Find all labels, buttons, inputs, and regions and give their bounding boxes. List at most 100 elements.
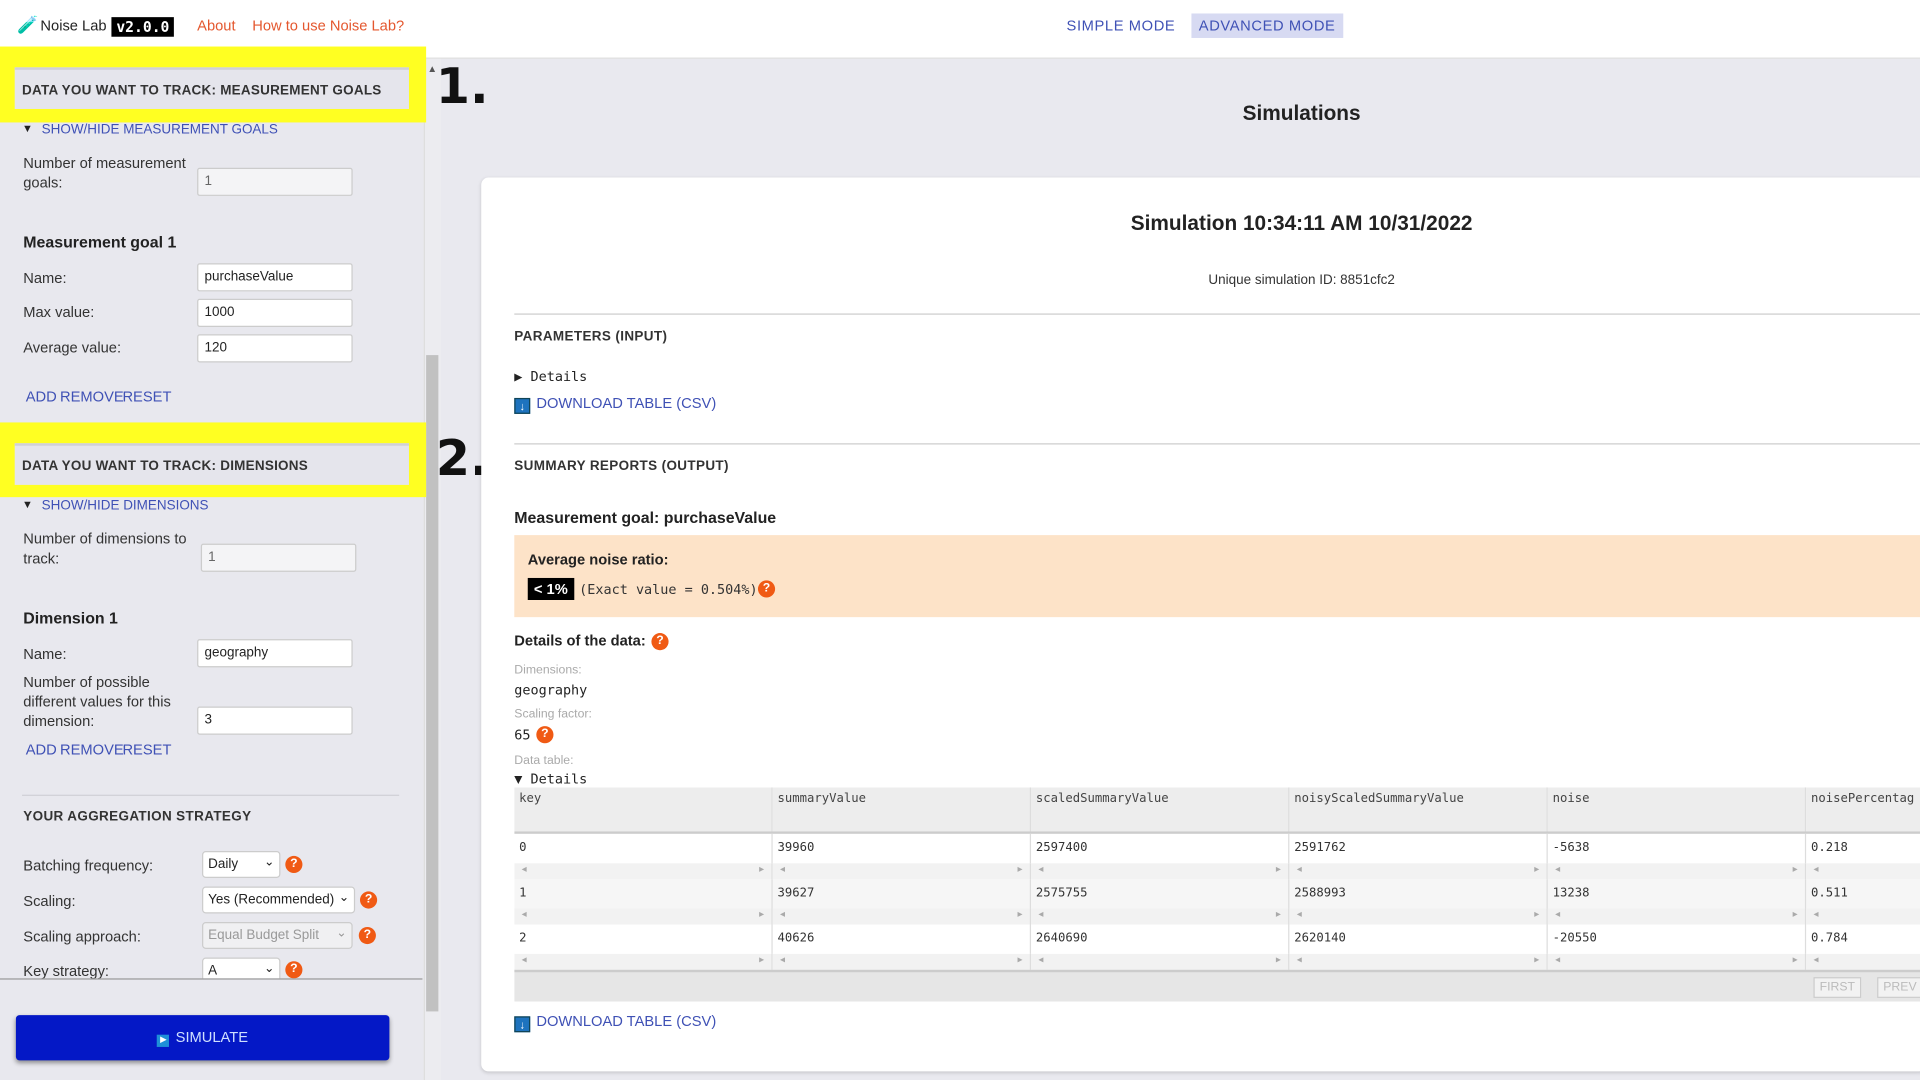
approach-select[interactable]: Equal Budget Split ⌄ (202, 922, 353, 949)
details-label: Details (530, 368, 588, 385)
chevron-down-icon: ⌄ (336, 926, 347, 941)
cell-scrollbar[interactable]: ◂▸ (1289, 953, 1548, 970)
scaling-factor-value: 65 (514, 727, 531, 744)
reset-goal-button[interactable]: RESET (122, 388, 171, 405)
simple-mode-tab[interactable]: SIMPLE MODE (1059, 13, 1183, 37)
goal-heading: Measurement goal: purchaseValue (514, 508, 777, 527)
cell-scrollbar[interactable]: ◂▸ (772, 953, 1032, 970)
triangle-right-icon: ▶ (514, 368, 531, 385)
column-header[interactable]: noise (1547, 787, 1807, 832)
dimensions-label: Dimensions: (514, 663, 582, 678)
add-goal-button[interactable]: ADD (26, 388, 57, 405)
first-page-button[interactable]: FIRST (1813, 977, 1862, 998)
cell-scrollbar[interactable]: ◂▸ (514, 863, 773, 880)
chevron-down-icon: ⌄ (264, 962, 275, 976)
batching-value: Daily (208, 857, 239, 872)
avg-label: Average value: (23, 339, 122, 357)
dim-count-label: Number of dimensions to track: (23, 530, 187, 567)
scaling-label: Scaling: (23, 892, 76, 910)
help-icon[interactable]: ? (757, 580, 776, 598)
cell-scrollbar[interactable]: ◂▸ (1547, 863, 1807, 880)
column-header[interactable]: noisyScaledSummaryValue (1289, 787, 1548, 832)
cell-scrollbar[interactable]: ◂▸ (1031, 953, 1290, 970)
test-tube-icon: 🧪 (17, 14, 39, 35)
batching-label: Batching frequency: (23, 857, 154, 875)
cell-scrollbar[interactable]: ◂▸ (772, 908, 1032, 925)
column-header[interactable]: noisePercentag (1806, 787, 1920, 832)
cell-scrollbar[interactable]: ◂▸ (1031, 863, 1290, 880)
download-summary-link[interactable]: ↓ DOWNLOAD TABLE (CSV) (514, 1013, 716, 1033)
prev-page-button[interactable]: PREV (1877, 977, 1920, 998)
approach-value: Equal Budget Split (208, 928, 319, 943)
cell-scrollbar[interactable]: ◂▸ (1289, 908, 1548, 925)
dimensions-heading: DATA YOU WANT TO TRACK: DIMENSIONS (14, 443, 409, 485)
cell-scrollbar[interactable]: ◂▸ (1289, 863, 1548, 880)
remove-goal-button[interactable]: REMOVE (60, 388, 124, 405)
remove-dimension-button[interactable]: REMOVE (60, 741, 124, 758)
triangle-down-icon: ▼ (22, 122, 33, 135)
avg-value-input[interactable]: 120 (197, 334, 353, 363)
help-icon[interactable]: ? (651, 633, 669, 651)
parameters-heading: PARAMETERS (INPUT) (514, 329, 668, 345)
goal-title: Measurement goal 1 (23, 232, 177, 252)
cell-scrollbar[interactable]: ◂▸ (1547, 908, 1807, 925)
column-header[interactable]: summaryValue (772, 787, 1032, 832)
dim-values-label: Number of possible different values for … (23, 673, 171, 730)
table-details-toggle[interactable]: ▼ Details (514, 771, 587, 787)
table-cell: 39627 (773, 879, 1032, 909)
measurement-count-input[interactable]: 1 (197, 167, 353, 196)
dimension-title: Dimension 1 (23, 608, 118, 627)
cell-scrollbar[interactable]: ◂▸ (1806, 953, 1920, 970)
about-link[interactable]: About (197, 17, 235, 34)
triangle-down-icon: ▼ (514, 771, 531, 788)
cell-scrollbar[interactable]: ◂▸ (1547, 953, 1807, 970)
column-header[interactable]: key (514, 787, 773, 832)
help-icon[interactable]: ? (360, 891, 378, 909)
table-cell: 0 (514, 833, 773, 864)
cell-scrollbar[interactable]: ◂▸ (514, 953, 773, 970)
cell-scrollbar[interactable]: ◂▸ (1031, 908, 1290, 925)
name-label: Name: (23, 269, 67, 287)
cell-scrollbar[interactable]: ◂▸ (1806, 863, 1920, 880)
noise-ratio-badge: < 1% (527, 577, 574, 601)
table-cell: -5638 (1548, 833, 1807, 864)
add-dimension-button[interactable]: ADD (26, 741, 57, 758)
dimension-name-input[interactable]: geography (197, 639, 353, 668)
table-cell: 40626 (773, 924, 1032, 954)
table-cell: 0.511 (1806, 879, 1920, 908)
column-header[interactable]: scaledSummaryValue (1031, 787, 1290, 832)
dimensions-value: geography (514, 682, 588, 698)
help-icon[interactable]: ? (358, 926, 376, 945)
simulate-button[interactable]: ▶ SIMULATE (15, 1015, 390, 1061)
divider (514, 313, 1920, 315)
advanced-mode-tab[interactable]: ADVANCED MODE (1191, 13, 1343, 38)
details-of-data-label: Details of the data: (514, 631, 646, 649)
help-icon[interactable]: ? (536, 726, 554, 744)
help-icon[interactable]: ? (285, 855, 303, 874)
parameters-details-toggle[interactable]: ▶ Details (514, 369, 587, 385)
download-params-link[interactable]: ↓ DOWNLOAD TABLE (CSV) (514, 394, 716, 414)
reset-dimension-button[interactable]: RESET (122, 741, 171, 758)
goal-name-input[interactable]: purchaseValue (197, 263, 353, 292)
simulation-card: Simulation 10:34:11 AM 10/31/2022 Unique… (481, 177, 1920, 1072)
scaling-select[interactable]: Yes (Recommended) ⌄ (202, 886, 356, 914)
measurement-goals-heading: DATA YOU WANT TO TRACK: MEASUREMENT GOAL… (14, 67, 409, 109)
dimension-values-input[interactable]: 3 (197, 706, 353, 735)
toggle-dimensions[interactable]: SHOW/HIDE DIMENSIONS (42, 498, 209, 513)
app-name: Noise Lab (40, 17, 107, 35)
cell-scrollbar[interactable]: ◂▸ (1806, 908, 1920, 925)
page-title: Simulations (1242, 101, 1361, 125)
cell-scrollbar[interactable]: ◂▸ (772, 863, 1032, 880)
toggle-measurement-goals[interactable]: SHOW/HIDE MEASUREMENT GOALS (42, 122, 278, 137)
dimension-count-input[interactable]: 1 (200, 543, 357, 572)
table-cell: 39960 (773, 833, 1032, 864)
how-to-link[interactable]: How to use Noise Lab? (252, 17, 404, 34)
batching-select[interactable]: Daily ⌄ (202, 851, 281, 878)
noise-ratio-box: Average noise ratio: < 1% (Exact value =… (514, 535, 1920, 618)
table-cell: 2620140 (1289, 924, 1548, 954)
dim-name-label: Name: (23, 645, 67, 663)
table-footer (514, 969, 1920, 1002)
cell-scrollbar[interactable]: ◂▸ (514, 908, 773, 925)
help-icon[interactable]: ? (285, 961, 303, 979)
max-value-input[interactable]: 1000 (197, 298, 353, 327)
